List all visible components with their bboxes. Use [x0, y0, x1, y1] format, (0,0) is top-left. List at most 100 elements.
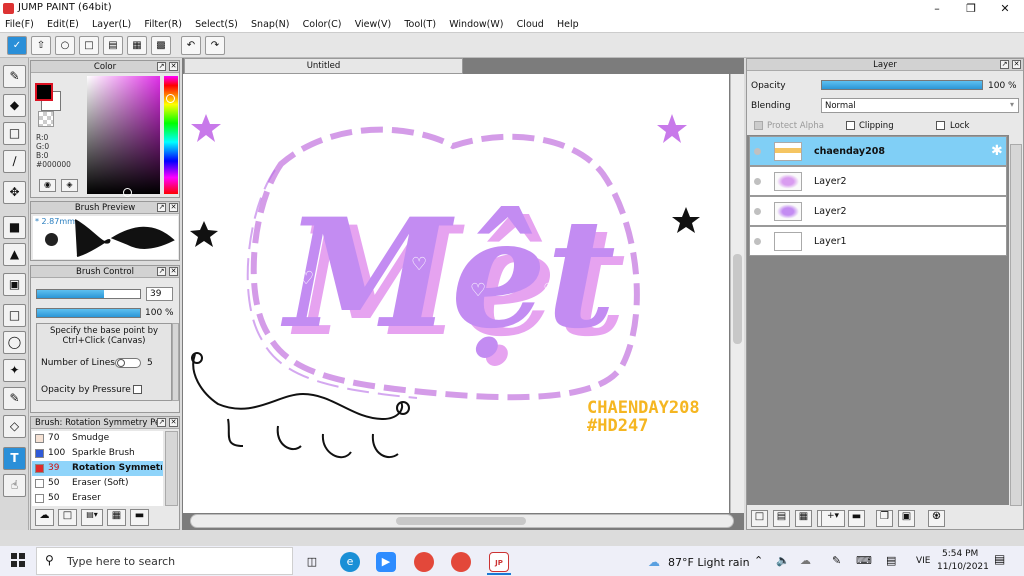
magic-wand-tool-icon[interactable]: ✦ [3, 359, 26, 382]
close-icon[interactable]: ✕ [169, 418, 178, 427]
brush-item-eraser[interactable]: 50 Eraser [32, 491, 163, 506]
float-icon[interactable]: ↗ [157, 203, 166, 212]
hue-slider-handle[interactable] [166, 94, 175, 103]
brush-item-smudge[interactable]: 70 Smudge [32, 431, 163, 446]
brush-item-rotation-symmetry[interactable]: 39 Rotation Symmetry [32, 461, 163, 476]
minimize-icon[interactable]: – [920, 0, 954, 17]
close-icon[interactable]: ✕ [988, 0, 1022, 17]
zoom-icon[interactable]: ▶ [376, 552, 396, 572]
number-of-lines-handle[interactable] [117, 359, 125, 367]
protect-alpha-checkbox[interactable] [754, 121, 763, 130]
fill-rect-tool-icon[interactable]: ■ [3, 216, 26, 239]
weather-text[interactable]: 87°F Light rain [668, 556, 750, 569]
speech-bubble-icon[interactable]: ○ [55, 36, 75, 55]
visibility-icon[interactable] [754, 208, 761, 215]
visibility-icon[interactable] [754, 178, 761, 185]
transparent-color-swatch[interactable] [38, 111, 54, 127]
jump-paint-icon[interactable]: JP [489, 552, 509, 572]
text-tool-icon[interactable]: T [3, 447, 26, 470]
volume-icon[interactable]: 🔈 [776, 554, 790, 567]
menu-file[interactable]: File(F) [0, 17, 39, 30]
menu-cloud[interactable]: Cloud [512, 17, 549, 30]
chevron-up-icon[interactable]: ⌃ [754, 554, 763, 567]
cloud-check-icon[interactable]: ✓ [7, 36, 27, 55]
opacity-by-pressure-checkbox[interactable] [133, 385, 142, 394]
task-view-icon[interactable]: ◫ [302, 552, 322, 572]
sv-picker-handle[interactable] [123, 188, 132, 197]
folder-icon[interactable]: ▬ [848, 510, 865, 527]
pen-tool-icon[interactable]: ✎ [3, 65, 26, 88]
network-icon[interactable]: ▤ [886, 554, 896, 567]
layer-opacity-slider[interactable] [821, 80, 983, 90]
maximize-icon[interactable]: ❐ [954, 0, 988, 17]
menu-tool[interactable]: Tool(T) [399, 17, 441, 30]
menu-window[interactable]: Window(W) [444, 17, 508, 30]
windows-start-icon[interactable] [11, 553, 25, 567]
menu-select[interactable]: Select(S) [190, 17, 243, 30]
drawing-canvas[interactable]: Mệt Mệt ♡ ♡ ♡ ♡ CHAENDAY208 #HD247 [183, 74, 729, 513]
undo-icon[interactable]: ↶ [181, 36, 201, 55]
taskbar-search[interactable]: ⚲ Type here to search [36, 547, 293, 575]
layer-list-scrollbar[interactable] [1010, 144, 1022, 506]
language-indicator[interactable]: VIE [916, 556, 931, 566]
float-icon[interactable]: ↗ [157, 62, 166, 71]
tab-untitled[interactable]: Untitled [184, 58, 463, 74]
lock-checkbox[interactable] [936, 121, 945, 130]
line-tool-icon[interactable]: ∕ [3, 150, 26, 173]
clock-date[interactable]: 11/10/2021 [937, 562, 989, 572]
move-tool-icon[interactable]: ✥ [3, 181, 26, 204]
share-icon[interactable]: ⇧ [31, 36, 51, 55]
new-layer-icon[interactable]: □ [751, 510, 768, 527]
pen-icon[interactable]: ✎ [832, 554, 841, 567]
close-icon[interactable]: ✕ [169, 203, 178, 212]
saturation-value-picker[interactable] [87, 76, 160, 197]
menu-snap[interactable]: Snap(N) [246, 17, 294, 30]
chrome-icon[interactable] [414, 552, 434, 572]
eyedropper-icon[interactable]: ◈ [61, 179, 78, 192]
menu-layer[interactable]: Layer(L) [87, 17, 136, 30]
notification-icon[interactable]: ▤ [994, 552, 1005, 566]
close-icon[interactable]: ✕ [169, 62, 178, 71]
layer-row-layer2[interactable]: Layer2 [749, 196, 1007, 226]
menu-help[interactable]: Help [552, 17, 584, 30]
clock-time[interactable]: 5:54 PM [942, 549, 978, 559]
palette-icon[interactable]: ◉ [39, 179, 56, 192]
hue-slider[interactable] [164, 76, 178, 194]
select-rect-tool-icon[interactable]: □ [3, 304, 26, 327]
new-8bit-layer-icon[interactable]: ▤ [773, 510, 790, 527]
menu-edit[interactable]: Edit(E) [42, 17, 84, 30]
close-icon[interactable]: ✕ [1012, 60, 1021, 69]
page-icon[interactable]: ▤ [103, 36, 123, 55]
float-icon[interactable]: ↗ [157, 267, 166, 276]
clipping-checkbox[interactable] [846, 121, 855, 130]
rectangle-tool-icon[interactable]: □ [3, 122, 26, 145]
redo-icon[interactable]: ↷ [205, 36, 225, 55]
select-pen-tool-icon[interactable]: ✎ [3, 387, 26, 410]
canvas-vertical-scrollbar[interactable] [730, 74, 744, 513]
add-layer-menu-icon[interactable]: +▾ [821, 510, 845, 527]
brush-size-slider[interactable] [36, 289, 141, 299]
number-of-lines-slider[interactable] [115, 358, 141, 368]
copy-layer-icon[interactable]: ❐ [876, 510, 893, 527]
brush-menu-icon[interactable]: ▤▾ [81, 509, 103, 526]
hand-tool-icon[interactable]: ☝ [3, 474, 26, 497]
gear-icon[interactable]: ✱ [991, 143, 1003, 159]
brush-item-sparkle[interactable]: 100 Sparkle Brush [32, 446, 163, 461]
eraser-tool-icon[interactable]: ◆ [3, 94, 26, 117]
menu-view[interactable]: View(V) [350, 17, 396, 30]
close-icon[interactable]: ✕ [169, 267, 178, 276]
document-icon[interactable]: ▦ [127, 36, 147, 55]
select-eraser-tool-icon[interactable]: ◇ [3, 415, 26, 438]
canvas-horizontal-scrollbar[interactable] [190, 514, 734, 528]
lasso-tool-icon[interactable]: ◯ [3, 331, 26, 354]
vertical-scroll-thumb[interactable] [733, 254, 742, 344]
gradient-tool-icon[interactable]: ▣ [3, 273, 26, 296]
brush-opacity-slider[interactable] [36, 308, 141, 318]
edge-icon[interactable]: e [340, 552, 360, 572]
new-1bit-layer-icon[interactable]: ▦ [795, 510, 812, 527]
merge-layer-icon[interactable]: ▣ [898, 510, 915, 527]
brush-size-input[interactable]: 39 [146, 287, 173, 301]
horizontal-scroll-thumb[interactable] [396, 517, 526, 525]
foreground-color-swatch[interactable] [35, 83, 53, 101]
chrome-icon[interactable] [451, 552, 471, 572]
